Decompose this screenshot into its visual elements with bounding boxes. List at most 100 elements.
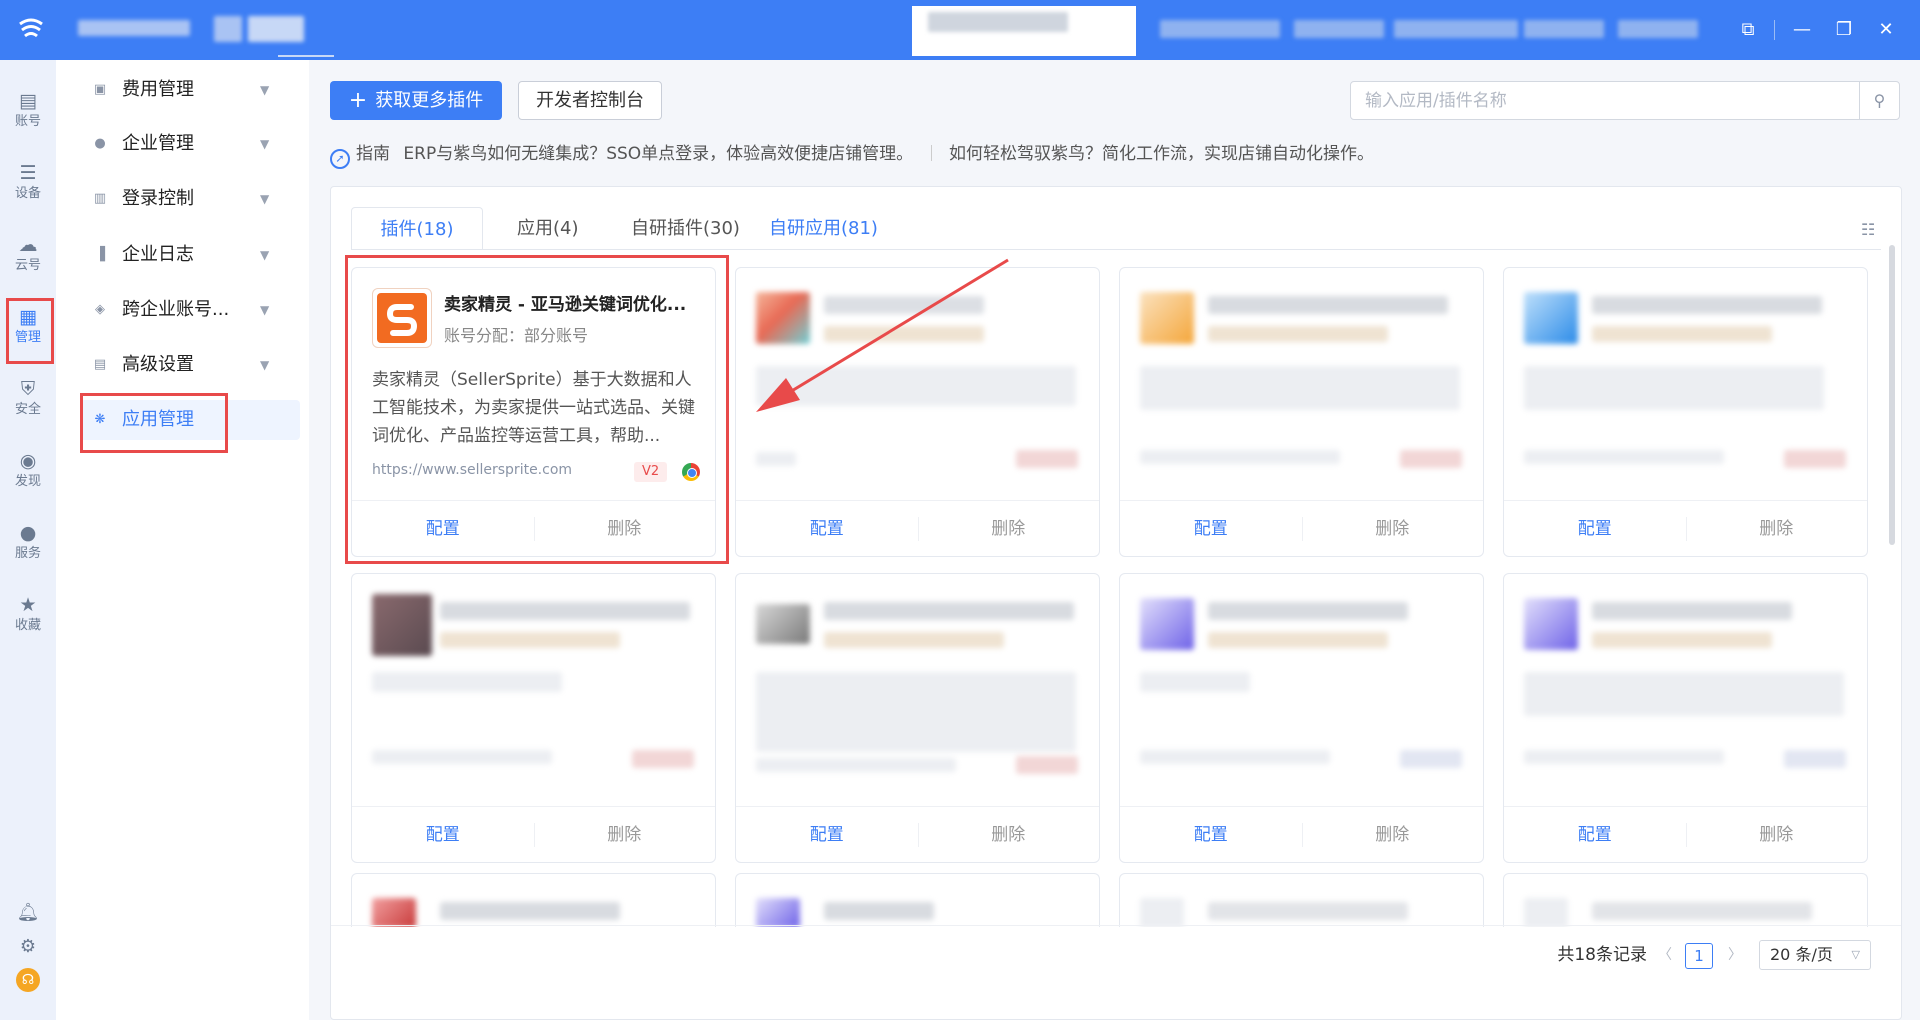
chevron-down-icon: ▼ [260, 83, 270, 97]
top-tab-1[interactable] [78, 20, 190, 36]
configure-button[interactable]: 配置 [352, 807, 534, 862]
rail-label: 收藏 [14, 618, 41, 633]
top-tab-6[interactable] [1394, 20, 1518, 38]
blurred-description [756, 672, 1076, 752]
menu-item-advanced[interactable]: ▤ 高级设置 ▼ [80, 345, 300, 385]
rail-item-service[interactable]: ● 服务 [0, 516, 56, 578]
scrollbar-thumb[interactable] [1889, 245, 1895, 545]
search-icon[interactable]: ⚲ [1859, 82, 1899, 119]
blurred-subtitle [1592, 326, 1772, 342]
page-number[interactable]: 1 [1685, 943, 1713, 969]
card-actions: 配置 删除 [352, 806, 715, 862]
blurred-logo [1140, 898, 1184, 927]
menu-item-fee[interactable]: ▣ 费用管理 ▼ [80, 70, 300, 110]
menu-item-label: 企业管理 [122, 133, 194, 154]
secondary-menu: ▣ 费用管理 ▼ ● 企业管理 ▼ ▥ 登录控制 ▼ ▐ 企业日志 ▼ ◈ 跨企… [56, 60, 309, 1020]
plugin-card-blurred: 配置 删除 [1119, 573, 1484, 863]
guide-link-workflow[interactable]: 如何轻松驾驭紫鸟？简化工作流，实现店铺自动化操作。 [949, 144, 1374, 164]
tab-apps[interactable]: 应用(4) [517, 207, 579, 250]
menu-item-cross-account[interactable]: ◈ 跨企业账号... ▼ [80, 290, 300, 330]
blurred-title [1208, 902, 1408, 920]
app-logo-icon [14, 14, 48, 44]
delete-button[interactable]: 删除 [918, 807, 1100, 862]
tab-plugins[interactable]: 插件(18) [351, 207, 483, 250]
screen-switch-icon[interactable]: ⧉ [1736, 18, 1760, 42]
search-input[interactable] [1351, 82, 1859, 119]
top-tab-5[interactable] [1294, 20, 1384, 38]
rail-item-discover[interactable]: ◉ 发现 [0, 444, 56, 506]
rail-label: 云号 [14, 258, 41, 273]
notification-bell-icon[interactable]: 🔔︎ [0, 902, 56, 923]
chevron-down-icon: ▽ [1851, 948, 1860, 961]
chevron-down-icon: ▼ [260, 303, 270, 317]
developer-console-button[interactable]: 开发者控制台 [518, 81, 662, 120]
delete-button[interactable]: 删除 [1302, 501, 1484, 556]
blurred-description [1140, 366, 1460, 410]
blurred-logo [1524, 898, 1568, 927]
blurred-badges [632, 750, 694, 768]
blurred-logo [756, 292, 810, 344]
delete-button[interactable]: 删除 [534, 807, 716, 862]
card-actions: 配置 删除 [1120, 500, 1483, 556]
rail-item-cloud[interactable]: ☁ 云号 [0, 228, 56, 290]
plugin-card-blurred [351, 873, 716, 927]
tab-own-plugins[interactable]: 自研插件(30) [631, 207, 740, 250]
window-divider [1774, 20, 1775, 40]
top-tab-8[interactable] [1618, 20, 1698, 38]
rail-item-account[interactable]: ▤ 账号 [0, 84, 56, 146]
icon-rail: ▤ 账号 ☰ 设备 ☁ 云号 ▦ 管理 ⛨ 安全 ◉ 发现 ● 服务 ★ 收藏 … [0, 60, 56, 1020]
delete-button[interactable]: 删除 [918, 501, 1100, 556]
rail-item-security[interactable]: ⛨ 安全 [0, 372, 56, 434]
delete-button[interactable]: 删除 [1302, 807, 1484, 862]
plus-icon: + [348, 88, 368, 113]
tab-own-apps[interactable]: 自研应用(81) [769, 207, 878, 250]
search-box: ⚲ [1350, 81, 1900, 120]
menu-item-enterprise-log[interactable]: ▐ 企业日志 ▼ [80, 235, 300, 275]
menu-item-enterprise[interactable]: ● 企业管理 ▼ [80, 124, 300, 164]
rail-label: 安全 [14, 402, 41, 417]
top-active-tab[interactable] [912, 6, 1136, 56]
list-view-icon[interactable]: ☷ [1861, 221, 1879, 239]
blurred-subtitle [824, 326, 984, 342]
configure-button[interactable]: 配置 [1120, 807, 1302, 862]
maximize-icon[interactable]: ❐ [1832, 18, 1856, 42]
plugin-card-blurred: 配置 删除 [351, 573, 716, 863]
delete-button[interactable]: 删除 [1686, 501, 1868, 556]
blurred-badges [1400, 750, 1462, 768]
delete-button[interactable]: 删除 [1686, 807, 1868, 862]
menu-item-login-control[interactable]: ▥ 登录控制 ▼ [80, 179, 300, 219]
top-tab-4[interactable] [1160, 20, 1280, 38]
blurred-title [440, 902, 620, 920]
close-icon[interactable]: ✕ [1874, 18, 1898, 42]
top-tab-7[interactable] [1524, 20, 1604, 38]
get-more-plugins-button[interactable]: + 获取更多插件 [330, 81, 502, 120]
tab-divider [351, 249, 1881, 250]
card-actions: 配置 删除 [1504, 500, 1867, 556]
blurred-logo [372, 898, 416, 927]
blurred-logo [372, 594, 432, 656]
blurred-url [1140, 750, 1330, 764]
compass-icon: ➚ [330, 149, 350, 169]
configure-button[interactable]: 配置 [1504, 501, 1686, 556]
guide-link-erp[interactable]: ERP与紫鸟如何无缝集成？SSO单点登录，体验高效便捷店铺管理。 [403, 144, 913, 164]
rail-item-device[interactable]: ☰ 设备 [0, 156, 56, 218]
device-icon: ☰ [19, 162, 37, 184]
configure-button[interactable]: 配置 [736, 807, 918, 862]
blurred-description [1524, 366, 1824, 410]
top-tab-2[interactable] [214, 16, 242, 42]
guide-label: 指南 [356, 144, 390, 164]
top-tab-3[interactable] [248, 16, 304, 42]
rail-item-manage[interactable]: ▦ 管理 [0, 298, 56, 364]
next-page-icon[interactable]: 〉 [1725, 939, 1745, 971]
configure-button[interactable]: 配置 [1504, 807, 1686, 862]
blurred-title [1592, 902, 1812, 920]
support-headset-icon[interactable]: ☊ [0, 968, 56, 992]
settings-gear-icon[interactable]: ⚙ [0, 936, 56, 957]
configure-button[interactable]: 配置 [1120, 501, 1302, 556]
configure-button[interactable]: 配置 [736, 501, 918, 556]
minimize-icon[interactable]: — [1790, 18, 1814, 42]
rail-item-favorite[interactable]: ★ 收藏 [0, 588, 56, 650]
prev-page-icon[interactable]: 〈 [1655, 939, 1675, 971]
title-bar: ⧉ — ❐ ✕ [0, 0, 1920, 60]
page-size-select[interactable]: 20 条/页 ▽ [1759, 940, 1871, 970]
